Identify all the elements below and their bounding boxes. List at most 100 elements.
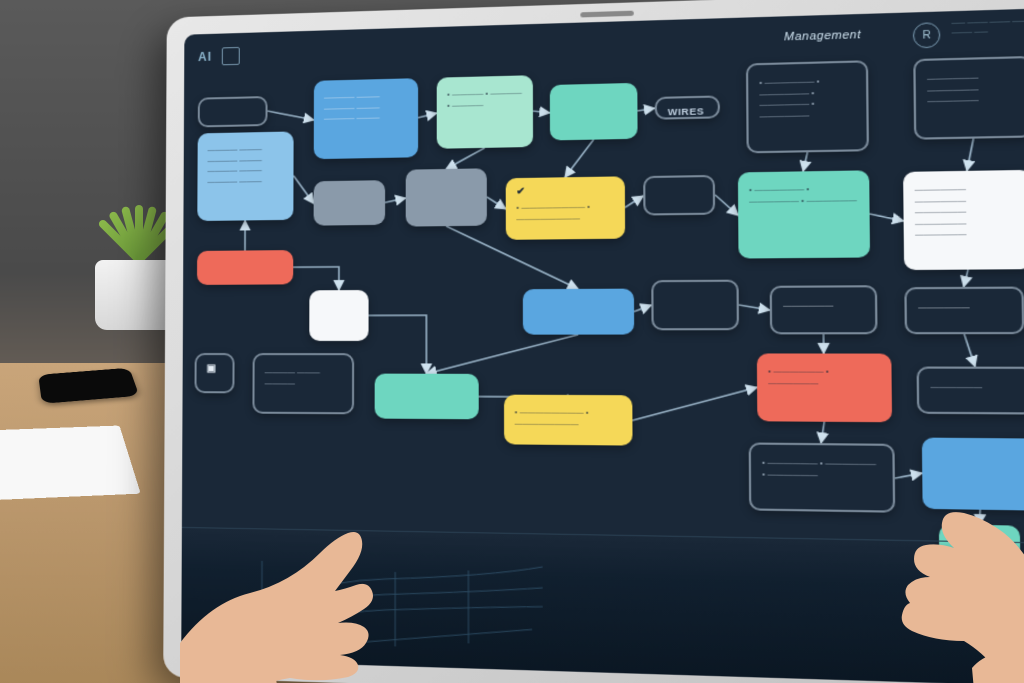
flowchart-node-n10[interactable] <box>643 175 715 216</box>
connector-n13-n17 <box>426 335 578 375</box>
node-body: —————— <box>783 300 864 311</box>
node-title <box>324 87 408 89</box>
node-title <box>207 258 283 259</box>
node-body: • —————— • —————— <box>768 366 880 389</box>
node-body <box>560 96 626 98</box>
flowchart-node-n24[interactable]: —————— <box>904 287 1024 335</box>
node-body <box>951 537 1009 538</box>
node-body: ———— ——— ———— ——— ———— ——— ———— ——— <box>207 144 283 187</box>
node-body: —————— <box>918 302 1010 314</box>
flowchart-node-n6[interactable]: WIRES <box>655 95 720 119</box>
connector-n19-n21 <box>803 152 808 171</box>
flowchart-canvas[interactable]: AI Management R —— ——— ——— ——— ——— —— ——… <box>181 8 1024 683</box>
scene-root: AI Management R —— ——— ——— ——— ——— —— ——… <box>0 0 1024 683</box>
top-meta-text: —— ——— ——— ——— ——— —— <box>951 17 1024 39</box>
node-title <box>560 91 626 93</box>
flowchart-node-n11[interactable] <box>197 250 293 285</box>
connector-n3-n4 <box>418 113 437 117</box>
connector-n4-n5 <box>533 111 550 113</box>
flowchart-node-n3[interactable]: ———— ——— ———— ——— ———— ——— <box>314 78 418 159</box>
flowchart-node-n28[interactable] <box>922 438 1024 511</box>
connector-n9-n10 <box>625 196 643 208</box>
connector-n4-n8 <box>446 148 485 169</box>
node-title <box>324 188 375 189</box>
paper-decoration <box>0 426 141 502</box>
node-title <box>416 177 476 178</box>
connector-n22-n24 <box>963 270 968 287</box>
flowchart-node-n8[interactable] <box>406 168 487 226</box>
connector-n18-n25 <box>632 387 757 421</box>
node-title <box>762 453 881 454</box>
page-heading: Management <box>784 29 861 44</box>
connector-n13-n14 <box>634 305 651 311</box>
flowchart-node-n22[interactable]: —————— —————— —————— —————— —————— <box>903 170 1024 270</box>
node-title <box>646 442 723 443</box>
node-body <box>416 181 476 182</box>
node-title: WIRES <box>668 106 707 120</box>
flowchart-node-n1[interactable] <box>198 96 268 127</box>
node-body: —————— —————— —————— —————— —————— <box>915 183 1021 241</box>
node-body <box>324 192 375 193</box>
connector-n1-n3 <box>267 110 313 121</box>
node-title: ▣ <box>207 363 223 375</box>
flowchart-node-n27[interactable]: • —————— • —————— • —————— <box>749 442 896 512</box>
flowchart-node-n2[interactable]: ———— ——— ———— ——— ———— ——— ———— ——— <box>197 131 293 221</box>
flowchart-node-l2 <box>489 252 563 269</box>
flowchart-node-n18[interactable]: • ———————— • ———————— <box>504 395 633 446</box>
app-screen[interactable]: AI Management R —— ——— ——— ——— ——— —— ——… <box>181 8 1024 683</box>
node-title: ✔ <box>516 185 614 199</box>
connector-n20-n22 <box>967 139 974 171</box>
connector-n21-n22 <box>870 213 904 221</box>
node-body <box>656 190 702 191</box>
connector-n7-n8 <box>385 198 406 202</box>
node-title <box>927 67 1019 69</box>
flowchart-node-n7[interactable] <box>314 180 386 225</box>
node-body: • ———————— • ———————— <box>515 407 622 430</box>
flowchart-node-n17[interactable] <box>375 374 479 420</box>
flowchart-node-n20[interactable]: —————— —————— —————— <box>913 56 1024 140</box>
flowchart-node-n5[interactable] <box>550 83 638 141</box>
document-icon[interactable] <box>222 47 240 65</box>
blueprint-panel <box>221 540 553 667</box>
node-body: • —————— • —————— • —————— <box>749 183 858 207</box>
connector-n5-n9 <box>565 140 594 178</box>
node-title <box>208 140 284 142</box>
node-body: —————— <box>930 382 1020 394</box>
connector-n2-n7 <box>293 175 313 203</box>
node-title <box>950 533 1008 534</box>
connector-n27-n28 <box>895 473 922 479</box>
tablet-device: AI Management R —— ——— ——— ——— ——— —— ——… <box>163 0 1024 683</box>
node-body: • —————— • —————— • —————— • —————— <box>759 75 855 121</box>
node-body <box>646 446 723 447</box>
flowchart-node-n15[interactable]: ▣ <box>194 353 234 393</box>
flowchart-node-n9[interactable]: ✔ • ———————— • ———————— <box>506 176 625 240</box>
node-title <box>915 179 1021 181</box>
flowchart-node-n26[interactable]: —————— <box>917 366 1024 414</box>
node-title <box>656 186 702 187</box>
node-body: • ———————— • ———————— <box>516 202 614 225</box>
flowchart-node-n4[interactable]: • ———— • ———— • ———— <box>437 75 533 149</box>
flowchart-node-n23[interactable]: —————— <box>770 285 878 334</box>
node-title <box>933 446 1024 447</box>
flowchart-node-n19[interactable]: • —————— • —————— • —————— • —————— <box>746 60 869 153</box>
flowchart-node-n13[interactable] <box>523 289 634 335</box>
node-body: ———— ——— ———— ——— ———— ——— <box>324 91 408 125</box>
connector-n28-n29 <box>979 510 980 525</box>
flowchart-node-n25[interactable]: • —————— • —————— <box>757 353 892 422</box>
connector-n11-n12 <box>293 267 339 291</box>
flowchart-node-n16[interactable]: ———— ——— ———— <box>252 353 354 414</box>
node-body <box>207 262 283 263</box>
node-title <box>515 403 622 404</box>
node-body <box>933 451 1024 452</box>
flowchart-node-n12[interactable] <box>309 290 368 341</box>
connector-n10-n21 <box>715 194 738 215</box>
flowchart-node-n21[interactable]: • —————— • —————— • —————— <box>738 170 870 258</box>
connector-n8-n9 <box>487 197 506 210</box>
node-body <box>210 110 256 111</box>
connector-n25-n27 <box>821 422 825 443</box>
connector-n5-n6 <box>637 108 654 110</box>
topbar: AI <box>198 19 1024 70</box>
flowchart-node-n14[interactable] <box>651 280 739 331</box>
node-body: • ———— • ———— • ———— <box>447 88 522 111</box>
connector-n24-n26 <box>964 334 975 366</box>
